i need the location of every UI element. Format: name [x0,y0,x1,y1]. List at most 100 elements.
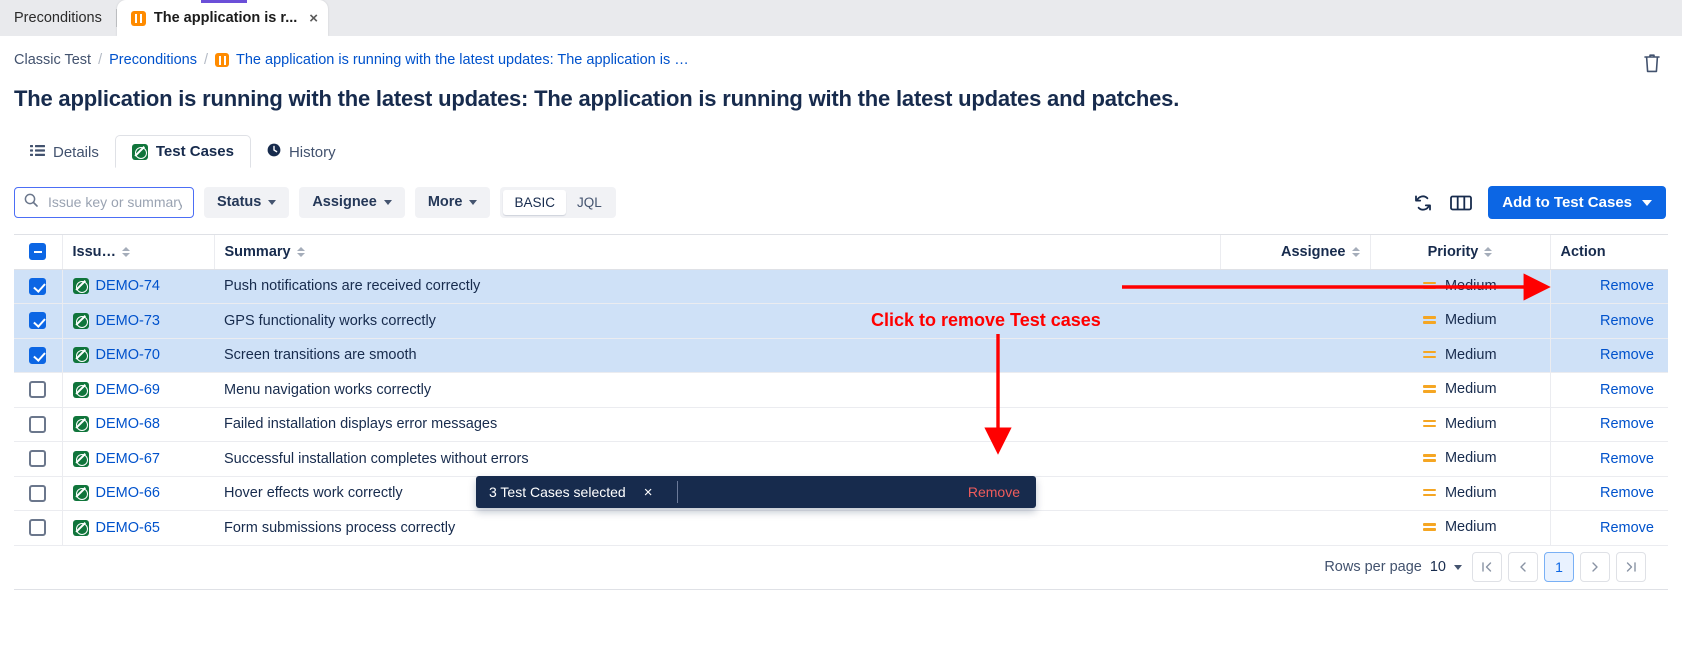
rows-per-page[interactable]: Rows per page 10 [1324,559,1462,575]
close-icon[interactable]: × [644,485,653,500]
row-remove-link[interactable]: Remove [1600,382,1658,398]
priority-cell: Medium [1370,304,1550,339]
table-row[interactable]: DEMO-73GPS functionality works correctly… [14,304,1668,339]
row-remove-link[interactable]: Remove [1600,347,1658,363]
test-case-icon [73,451,89,467]
issue-key-link[interactable]: DEMO-67 [96,451,160,467]
table-row[interactable]: DEMO-69Menu navigation works correctlyMe… [14,373,1668,408]
row-checkbox[interactable] [29,416,46,433]
test-case-icon [73,347,89,363]
precondition-icon [215,53,229,67]
priority-label: Medium [1445,278,1497,294]
priority-medium-icon [1423,281,1436,291]
row-remove-link[interactable]: Remove [1600,416,1658,432]
row-remove-link[interactable]: Remove [1600,313,1658,329]
issue-key-link[interactable]: DEMO-69 [96,382,160,398]
tab-test-cases[interactable]: Test Cases [115,135,251,168]
assignee-cell [1220,442,1370,477]
row-checkbox[interactable] [29,347,46,364]
priority-label: Medium [1445,485,1497,501]
row-remove-link[interactable]: Remove [1600,520,1658,536]
row-checkbox[interactable] [29,450,46,467]
column-header-issue[interactable]: Issu… [62,235,214,269]
add-to-test-cases-button[interactable]: Add to Test Cases [1488,186,1666,219]
search-input[interactable] [46,193,184,211]
chevron-down-icon[interactable] [1454,565,1462,570]
table-row[interactable]: DEMO-74 Push notifications are received c… [14,269,1668,304]
issue-key-link[interactable]: DEMO-65 [96,520,160,536]
close-icon[interactable]: × [309,11,318,26]
table-row[interactable]: DEMO-65Form submissions process correctl… [14,511,1668,546]
next-page-button[interactable] [1580,552,1610,582]
row-select-cell [14,269,62,304]
row-remove-link[interactable]: Remove [1600,451,1658,467]
priority-medium-icon [1423,488,1436,498]
row-checkbox[interactable] [29,312,46,329]
refresh-icon[interactable] [1412,192,1434,214]
test-case-icon [73,485,89,501]
test-case-icon [73,313,89,329]
first-page-button[interactable] [1472,552,1502,582]
last-page-button[interactable] [1616,552,1646,582]
filter-assignee-button[interactable]: Assignee [299,187,404,218]
tab-details[interactable]: Details [14,137,115,168]
page-title: The application is running with the late… [14,86,1682,112]
search-box[interactable] [14,187,194,218]
table-row[interactable]: DEMO-68Failed installation displays erro… [14,407,1668,442]
column-header-priority[interactable]: Priority [1370,235,1550,269]
breadcrumb-current-link[interactable]: The application is running with the late… [236,52,689,68]
columns-icon[interactable] [1450,192,1472,214]
test-case-icon [73,278,89,294]
browser-tab-precondition-detail[interactable]: The application is r... × [117,0,328,36]
assignee-cell [1220,476,1370,511]
row-checkbox[interactable] [29,485,46,502]
row-remove-link[interactable]: Remove [1600,278,1658,294]
clock-icon [267,143,281,161]
priority-label: Medium [1445,416,1497,432]
sort-icon[interactable] [122,247,130,257]
column-header-action: Action [1550,235,1668,269]
chevron-down-icon [384,200,392,205]
table-row[interactable]: DEMO-70Screen transitions are smoothMedi… [14,338,1668,373]
action-cell: Remove [1550,373,1668,408]
row-checkbox[interactable] [29,519,46,536]
breadcrumb-parent-link[interactable]: Preconditions [109,52,197,68]
browser-tab-label: Preconditions [14,10,102,26]
filter-more-button[interactable]: More [415,187,491,218]
issue-key-link[interactable]: DEMO-70 [96,347,160,363]
tab-accent-bar [201,0,247,3]
table-row[interactable]: DEMO-67Successful installation completes… [14,442,1668,477]
browser-tab-preconditions[interactable]: Preconditions [0,0,116,36]
tab-history[interactable]: History [251,136,352,168]
sort-icon[interactable] [297,247,305,257]
issue-key-link[interactable]: DEMO-68 [96,416,160,432]
selection-divider [677,481,678,503]
issue-key-cell: DEMO-68 [62,407,214,442]
page-number-button[interactable]: 1 [1544,552,1574,582]
chevron-down-icon [469,200,477,205]
priority-cell: Medium [1370,373,1550,408]
bulk-remove-button[interactable]: Remove [968,484,1036,500]
filter-status-button[interactable]: Status [204,187,289,218]
column-header-assignee[interactable]: Assignee [1220,235,1370,269]
column-header-summary[interactable]: Summary [214,235,1220,269]
trash-icon[interactable] [1642,52,1662,74]
query-mode-basic[interactable]: BASIC [503,190,566,215]
sort-icon[interactable] [1352,247,1360,257]
assignee-cell [1220,304,1370,339]
issue-key-link[interactable]: DEMO-74 [96,278,160,294]
summary-cell: Push notifications are received correctl… [214,269,1220,304]
row-checkbox[interactable] [29,381,46,398]
row-remove-link[interactable]: Remove [1600,485,1658,501]
issue-key-link[interactable]: DEMO-66 [96,485,160,501]
row-checkbox[interactable] [29,278,46,295]
select-all-checkbox[interactable] [29,243,46,260]
query-mode-jql[interactable]: JQL [566,190,613,215]
browser-tab-strip: Preconditions The application is r... × [0,0,1682,36]
prev-page-button[interactable] [1508,552,1538,582]
issue-key-cell: DEMO-74 [62,269,214,304]
sort-icon[interactable] [1484,247,1492,257]
table-header: Issu… Summary Assignee [14,235,1668,269]
issue-key-link[interactable]: DEMO-73 [96,313,160,329]
page-content: Classic Test / Preconditions / The appli… [0,36,1682,663]
